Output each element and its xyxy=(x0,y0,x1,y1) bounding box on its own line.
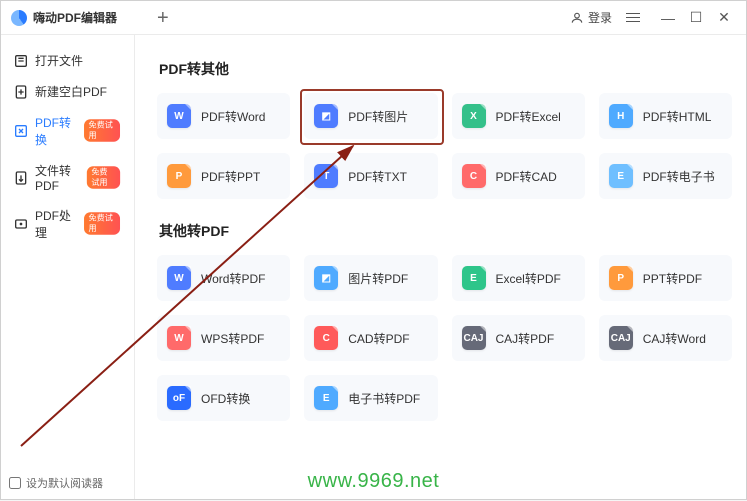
tile-word-to-pdf-label: Word转PDF xyxy=(201,270,265,287)
tile-image-to-pdf-label: 图片转PDF xyxy=(348,270,408,287)
tile-caj-to-pdf-icon: CAJ xyxy=(462,326,486,350)
tile-caj-to-word-label: CAJ转Word xyxy=(643,330,706,347)
pdf-convert-icon xyxy=(13,123,29,139)
tile-pdf-to-excel-icon: X xyxy=(462,104,486,128)
login-label: 登录 xyxy=(588,9,612,26)
sidebar-item-label: PDF转换 xyxy=(35,114,76,148)
tile-ofd-convert-label: OFD转换 xyxy=(201,390,250,407)
app-title: 嗨动PDF编辑器 xyxy=(33,9,117,26)
default-reader-label: 设为默认阅读器 xyxy=(26,475,103,491)
tile-pdf-to-txt-label: PDF转TXT xyxy=(348,168,407,185)
close-button[interactable]: ✕ xyxy=(710,4,738,32)
tile-pdf-to-ebook-icon: E xyxy=(609,164,633,188)
tile-excel-to-pdf-label: Excel转PDF xyxy=(496,270,561,287)
tile-ebook-to-pdf-icon: E xyxy=(314,386,338,410)
tile-ppt-to-pdf-label: PPT转PDF xyxy=(643,270,702,287)
new-tab-button[interactable]: + xyxy=(157,8,169,28)
tile-ebook-to-pdf-label: 电子书转PDF xyxy=(348,390,420,407)
menu-button[interactable] xyxy=(626,13,640,23)
sidebar-item-1[interactable]: 新建空白PDF xyxy=(7,76,128,107)
tile-caj-to-word[interactable]: CAJ CAJ转Word xyxy=(599,315,732,361)
maximize-button[interactable]: ☐ xyxy=(682,4,710,32)
pdf-process-icon xyxy=(13,216,29,232)
tile-pdf-to-image[interactable]: ◩ PDF转图片 xyxy=(304,93,437,139)
tile-pdf-to-txt-icon: T xyxy=(314,164,338,188)
to-pdf-icon xyxy=(13,170,29,186)
tile-grid-0: W PDF转Word ◩ PDF转图片 X PDF转Excel H PDF转HTML P PDF转… xyxy=(157,93,732,199)
titlebar: 嗨动PDF编辑器 + 登录 — ☐ ✕ xyxy=(1,1,746,35)
tile-image-to-pdf-icon: ◩ xyxy=(314,266,338,290)
open-file-icon xyxy=(13,53,29,69)
tile-grid-1: W Word转PDF ◩ 图片转PDF E Excel转PDF P PPT转PDF W WPS转P… xyxy=(157,255,732,421)
new-blank-icon xyxy=(13,84,29,100)
default-reader-checkbox[interactable]: 设为默认阅读器 xyxy=(7,471,128,491)
tile-pdf-to-cad-icon: C xyxy=(462,164,486,188)
tile-pdf-to-ppt-label: PDF转PPT xyxy=(201,168,260,185)
minimize-button[interactable]: — xyxy=(654,4,682,32)
tile-pdf-to-html-icon: H xyxy=(609,104,633,128)
tile-wps-to-pdf-label: WPS转PDF xyxy=(201,330,264,347)
tile-excel-to-pdf-icon: E xyxy=(462,266,486,290)
trial-badge: 免费试用 xyxy=(87,166,120,189)
tile-wps-to-pdf[interactable]: W WPS转PDF xyxy=(157,315,290,361)
app-logo-icon xyxy=(11,10,27,26)
tile-pdf-to-cad-label: PDF转CAD xyxy=(496,168,557,185)
tile-image-to-pdf[interactable]: ◩ 图片转PDF xyxy=(304,255,437,301)
sidebar-item-label: 文件转PDF xyxy=(35,162,79,193)
tile-word-to-pdf[interactable]: W Word转PDF xyxy=(157,255,290,301)
tile-ebook-to-pdf[interactable]: E 电子书转PDF xyxy=(304,375,437,421)
tile-pdf-to-txt[interactable]: T PDF转TXT xyxy=(304,153,437,199)
sidebar: 打开文件新建空白PDFPDF转换免费试用文件转PDF免费试用PDF处理免费试用 … xyxy=(1,35,135,499)
sidebar-item-2[interactable]: PDF转换免费试用 xyxy=(7,107,128,155)
sidebar-item-label: 新建空白PDF xyxy=(35,83,107,100)
tile-cad-to-pdf[interactable]: C CAD转PDF xyxy=(304,315,437,361)
app-window: 嗨动PDF编辑器 + 登录 — ☐ ✕ 打开文件新建空白PDFPDF转换免费试用… xyxy=(0,0,747,500)
tile-pdf-to-image-label: PDF转图片 xyxy=(348,108,408,125)
tile-ofd-convert[interactable]: oF OFD转换 xyxy=(157,375,290,421)
tile-pdf-to-image-icon: ◩ xyxy=(314,104,338,128)
trial-badge: 免费试用 xyxy=(84,213,120,236)
user-icon xyxy=(570,11,584,25)
default-reader-input[interactable] xyxy=(9,477,21,489)
tile-pdf-to-html-label: PDF转HTML xyxy=(643,108,712,125)
sidebar-item-0[interactable]: 打开文件 xyxy=(7,45,128,76)
tile-cad-to-pdf-label: CAD转PDF xyxy=(348,330,409,347)
trial-badge: 免费试用 xyxy=(84,120,120,143)
tile-ofd-convert-icon: oF xyxy=(167,386,191,410)
tile-pdf-to-ppt[interactable]: P PDF转PPT xyxy=(157,153,290,199)
section-title-0: PDF转其他 xyxy=(159,59,732,79)
tile-pdf-to-ebook-label: PDF转电子书 xyxy=(643,168,715,185)
tile-pdf-to-excel[interactable]: X PDF转Excel xyxy=(452,93,585,139)
sidebar-item-label: 打开文件 xyxy=(35,52,83,69)
tile-ppt-to-pdf-icon: P xyxy=(609,266,633,290)
tile-ppt-to-pdf[interactable]: P PPT转PDF xyxy=(599,255,732,301)
tile-pdf-to-html[interactable]: H PDF转HTML xyxy=(599,93,732,139)
tile-pdf-to-ebook[interactable]: E PDF转电子书 xyxy=(599,153,732,199)
tile-pdf-to-ppt-icon: P xyxy=(167,164,191,188)
sidebar-item-4[interactable]: PDF处理免费试用 xyxy=(7,200,128,248)
tile-pdf-to-cad[interactable]: C PDF转CAD xyxy=(452,153,585,199)
login-button[interactable]: 登录 xyxy=(570,9,612,26)
content-area: PDF转其他 W PDF转Word ◩ PDF转图片 X PDF转Excel H PDF转HTM… xyxy=(135,35,746,499)
section-title-1: 其他转PDF xyxy=(159,221,732,241)
tile-caj-to-pdf-label: CAJ转PDF xyxy=(496,330,555,347)
tile-pdf-to-word-label: PDF转Word xyxy=(201,108,265,125)
tile-excel-to-pdf[interactable]: E Excel转PDF xyxy=(452,255,585,301)
tile-wps-to-pdf-icon: W xyxy=(167,326,191,350)
sidebar-item-label: PDF处理 xyxy=(35,207,76,241)
tile-caj-to-pdf[interactable]: CAJ CAJ转PDF xyxy=(452,315,585,361)
tile-pdf-to-word-icon: W xyxy=(167,104,191,128)
tile-pdf-to-word[interactable]: W PDF转Word xyxy=(157,93,290,139)
tile-word-to-pdf-icon: W xyxy=(167,266,191,290)
sidebar-item-3[interactable]: 文件转PDF 免费试用 xyxy=(7,155,128,200)
tile-cad-to-pdf-icon: C xyxy=(314,326,338,350)
tile-caj-to-word-icon: CAJ xyxy=(609,326,633,350)
app-body: 打开文件新建空白PDFPDF转换免费试用文件转PDF免费试用PDF处理免费试用 … xyxy=(1,35,746,499)
tile-pdf-to-excel-label: PDF转Excel xyxy=(496,108,561,125)
